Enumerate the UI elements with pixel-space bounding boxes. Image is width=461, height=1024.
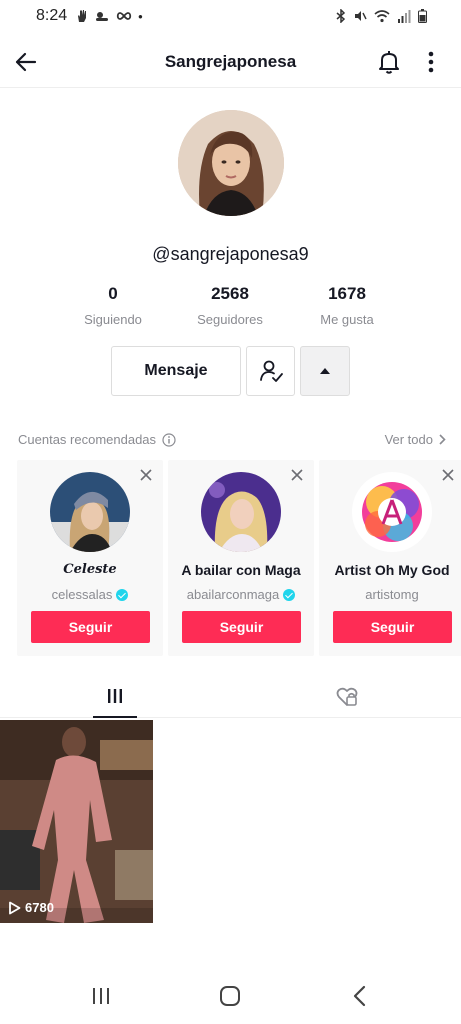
nav-back-icon[interactable] [350, 985, 370, 1007]
liked-hidden-icon [336, 687, 358, 706]
infinity-icon [116, 12, 132, 20]
user-check-icon [259, 360, 283, 382]
recommended-card[interactable]: A bailar con Maga abailarconmaga Seguir [168, 460, 314, 656]
status-bar: 8:24 • [0, 0, 461, 32]
stat-following[interactable]: 0 Siguiendo [53, 284, 173, 327]
battery-icon [418, 9, 427, 23]
see-all-text: Ver todo [384, 432, 433, 447]
video-thumbnail[interactable]: 6780 [0, 720, 153, 923]
status-left: 8:24 • [36, 7, 143, 25]
top-bar: Sangrejaponesa [0, 36, 461, 88]
mute-icon [355, 11, 367, 21]
close-icon[interactable] [139, 468, 153, 482]
card-handle-row: artistomg [319, 587, 461, 602]
video-views: 6780 [8, 900, 54, 915]
profile-stats: 0 Siguiendo 2568 Seguidores 1678 Me gust… [0, 284, 461, 334]
views-count: 6780 [25, 900, 54, 915]
page-title: Sangrejaponesa [164, 51, 297, 71]
arrow-left-icon [15, 52, 37, 72]
following-status-button[interactable] [246, 346, 295, 396]
recommended-cards: Celeste celessalas Seguir A bailar con M… [17, 460, 461, 656]
stat-label: Me gusta [320, 312, 374, 327]
status-dot: • [138, 8, 143, 24]
recommended-title: Cuentas recomendadas [18, 432, 176, 447]
recommended-title-text: Cuentas recomendadas [18, 432, 157, 447]
bell-icon [379, 51, 399, 74]
message-button[interactable]: Mensaje [111, 346, 241, 396]
stat-label: Siguiendo [84, 312, 142, 327]
grid-icon [108, 689, 122, 703]
system-nav-bar [0, 970, 461, 1024]
profile-avatar[interactable] [178, 110, 284, 216]
card-handle-row: abailarconmaga [168, 587, 314, 602]
card-handle: artistomg [365, 587, 419, 602]
avatar-image [178, 110, 284, 216]
card-handle: celessalas [51, 587, 113, 602]
follow-button[interactable]: Seguir [182, 611, 301, 643]
weather-icon [96, 12, 109, 21]
suggested-toggle-button[interactable] [300, 346, 350, 396]
stat-value: 0 [108, 284, 118, 303]
recent-apps-icon[interactable] [90, 986, 112, 1006]
play-icon [9, 901, 21, 914]
recommended-card[interactable]: Celeste celessalas Seguir [17, 460, 163, 656]
notification-icons: • [76, 9, 143, 24]
tab-liked[interactable] [330, 676, 364, 718]
hand-notification-icon [78, 10, 87, 22]
profile-tabs [0, 676, 461, 718]
chevron-right-icon [439, 434, 446, 445]
profile-handle: @sangrejaponesa9 [152, 244, 309, 264]
card-avatar[interactable] [201, 472, 281, 552]
follow-button[interactable]: Seguir [31, 611, 150, 643]
avatar-image [201, 472, 281, 552]
status-right [336, 9, 427, 23]
caret-up-icon [320, 368, 330, 374]
see-all-link[interactable]: Ver todo [385, 432, 446, 447]
verified-icon [116, 588, 129, 601]
card-handle-row: celessalas [17, 587, 163, 602]
avatar-image [352, 472, 432, 552]
back-button[interactable] [12, 48, 40, 76]
card-name: Artist Oh My God [334, 562, 450, 578]
status-time: 8:24 [36, 7, 68, 24]
stat-value: 1678 [328, 284, 366, 303]
avatar-image [50, 472, 130, 552]
video-image [0, 720, 153, 923]
card-name: A bailar con Maga [181, 562, 301, 578]
notifications-button[interactable] [375, 48, 403, 76]
stat-value: 2568 [211, 284, 249, 303]
close-icon[interactable] [290, 468, 304, 482]
recommended-header: Cuentas recomendadas Ver todo [18, 432, 446, 450]
wifi-icon [374, 9, 390, 22]
stat-label: Seguidores [197, 312, 263, 327]
card-handle: abailarconmaga [186, 587, 280, 602]
close-icon[interactable] [441, 468, 455, 482]
card-name: Celeste [63, 562, 117, 577]
card-avatar[interactable] [50, 472, 130, 552]
stat-followers[interactable]: 2568 Seguidores [170, 284, 290, 327]
follow-button[interactable]: Seguir [333, 611, 452, 643]
verified-icon [283, 588, 296, 601]
profile-actions: Mensaje [0, 346, 461, 396]
stat-likes[interactable]: 1678 Me gusta [287, 284, 407, 327]
bluetooth-icon [336, 9, 346, 23]
signal-icon [398, 9, 411, 23]
tab-videos[interactable] [93, 676, 137, 718]
card-avatar[interactable] [352, 472, 432, 552]
info-icon[interactable] [162, 432, 176, 447]
more-options-button[interactable] [419, 48, 443, 76]
recommended-card[interactable]: Artist Oh My God artistomg Seguir [319, 460, 461, 656]
more-vertical-icon [428, 51, 434, 73]
home-icon[interactable] [219, 985, 241, 1007]
